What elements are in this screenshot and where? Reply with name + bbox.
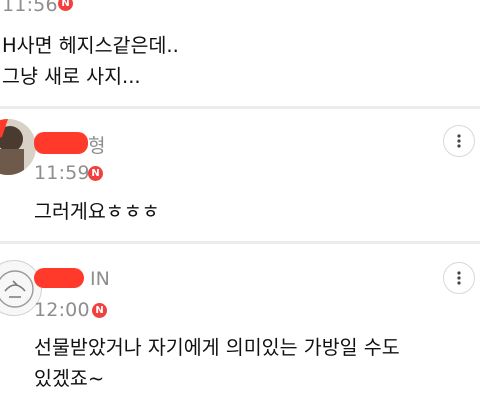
author-name[interactable]: IN [34, 266, 114, 296]
author-name-suffix: 형 [88, 135, 106, 157]
comment-text-line: 그러게요ㅎㅎㅎ [34, 200, 160, 223]
comment-item: 형 11:59 N 그러게요ㅎㅎㅎ [0, 109, 480, 241]
new-badge: N [92, 303, 107, 318]
comment-timestamp: 11:56 [2, 0, 58, 16]
comment-item: IN 12:00 N 선물받았거나 자기에게 의미있는 가방일 수도 있겠죠~ [0, 244, 480, 410]
comment-text: H사면 헤지스같은데.. 그냥 새로 사지... [2, 30, 179, 92]
redacted-name [34, 132, 88, 154]
redacted-name [34, 268, 84, 288]
more-vertical-icon [457, 134, 461, 148]
comment-item: 11:56 N H사면 헤지스같은데.. 그냥 새로 사지... [0, 0, 480, 106]
avatar[interactable] [0, 119, 36, 175]
new-badge: N [58, 0, 73, 11]
comment-text-line: H사면 헤지스같은데.. [2, 34, 179, 57]
comment-text-line: 있겠죠~ [34, 367, 105, 390]
more-options-button[interactable] [443, 125, 475, 157]
author-name-suffix: IN [90, 268, 110, 290]
comment-text-line: 선물받았거나 자기에게 의미있는 가방일 수도 [34, 336, 400, 359]
comment-text: 선물받았거나 자기에게 의미있는 가방일 수도 있겠죠~ [34, 332, 400, 394]
author-name[interactable]: 형 [34, 131, 114, 161]
more-options-button[interactable] [443, 262, 475, 294]
comment-feed: 11:56 N H사면 헤지스같은데.. 그냥 새로 사지... 형 11:59… [0, 0, 480, 410]
comment-text-line: 그냥 새로 사지... [2, 65, 141, 88]
new-badge: N [88, 166, 103, 181]
avatar-photo-icon [0, 119, 36, 175]
comment-timestamp: 11:59 [34, 162, 90, 184]
comment-timestamp: 12:00 [34, 299, 90, 321]
more-vertical-icon [457, 271, 461, 285]
comment-text: 그러게요ㅎㅎㅎ [34, 196, 160, 227]
